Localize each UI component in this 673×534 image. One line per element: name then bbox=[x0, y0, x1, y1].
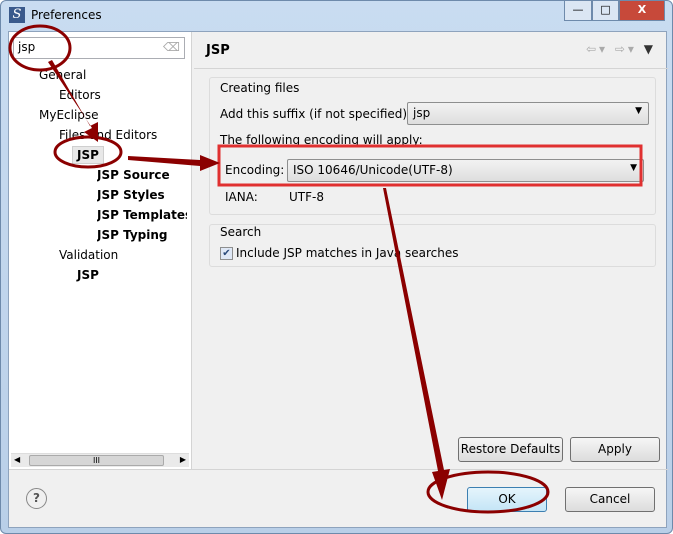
scroll-thumb[interactable]: III bbox=[29, 455, 164, 466]
forward-icon[interactable]: ⇨▾ bbox=[615, 42, 637, 56]
preference-page: JSP ⇦▾ ⇨▾ ▼ Creating files Add this suff… bbox=[194, 32, 668, 469]
window-title: Preferences bbox=[31, 8, 102, 22]
page-title: JSP bbox=[206, 43, 230, 58]
suffix-select[interactable]: jsp ▼ bbox=[407, 102, 649, 125]
tree-item[interactable]: JSP Styles bbox=[97, 188, 187, 202]
dialog-body: jsp ⌫ General Editors MyEclipse Files and Ed… bbox=[8, 31, 668, 528]
iana-label: IANA: bbox=[225, 190, 258, 204]
search-group: Search ✔ Include JSP matches in Java sea… bbox=[209, 224, 656, 267]
horizontal-scrollbar[interactable]: ◀ III ▶ bbox=[11, 453, 189, 467]
filter-value: jsp bbox=[18, 40, 36, 54]
group-legend: Search bbox=[220, 225, 262, 239]
apply-button[interactable]: Apply bbox=[570, 437, 660, 462]
clear-filter-icon[interactable]: ⌫ bbox=[163, 40, 180, 54]
help-icon[interactable]: ? bbox=[26, 488, 47, 509]
scroll-right-icon[interactable]: ▶ bbox=[180, 455, 186, 464]
scroll-left-icon[interactable]: ◀ bbox=[14, 455, 20, 464]
tree-item[interactable]: Files and Editors bbox=[59, 128, 157, 142]
group-legend: Creating files bbox=[220, 81, 300, 95]
encoding-label: Encoding: bbox=[225, 163, 285, 177]
minimize-button[interactable]: — bbox=[564, 1, 592, 21]
restore-defaults-button[interactable]: Restore Defaults bbox=[458, 437, 563, 462]
tree-item[interactable]: JSP bbox=[72, 146, 104, 164]
creating-files-group: Creating files Add this suffix (if not s… bbox=[209, 77, 656, 215]
close-button[interactable]: X bbox=[619, 1, 665, 21]
myeclipse-icon: S bbox=[9, 7, 25, 23]
include-jsp-label: Include JSP matches in Java searches bbox=[236, 246, 459, 260]
back-icon[interactable]: ⇦▾ bbox=[586, 42, 608, 56]
ok-button[interactable]: OK bbox=[467, 487, 547, 512]
preference-tree-pane: jsp ⌫ General Editors MyEclipse Files and Ed… bbox=[9, 32, 192, 469]
suffix-value: jsp bbox=[413, 106, 431, 120]
include-jsp-checkbox[interactable]: ✔ bbox=[220, 247, 233, 260]
chevron-down-icon: ▼ bbox=[630, 163, 637, 173]
divider bbox=[194, 68, 668, 69]
preferences-window: S Preferences — □ X jsp ⌫ General Editors M… bbox=[0, 0, 673, 534]
tree-item[interactable]: MyEclipse bbox=[39, 108, 99, 122]
tree-item[interactable]: JSP bbox=[77, 268, 99, 282]
tree-item[interactable]: JSP Typing bbox=[97, 228, 187, 242]
suffix-label: Add this suffix (if not specified): bbox=[220, 107, 412, 121]
encoding-select[interactable]: ISO 10646/Unicode(UTF-8) ▼ bbox=[287, 159, 644, 182]
tree-item[interactable]: General bbox=[39, 68, 86, 82]
iana-value: UTF-8 bbox=[289, 190, 324, 204]
maximize-button[interactable]: □ bbox=[592, 1, 619, 21]
view-menu-icon[interactable]: ▼ bbox=[644, 42, 656, 56]
encoding-value: ISO 10646/Unicode(UTF-8) bbox=[293, 163, 453, 177]
tree-item[interactable]: Validation bbox=[59, 248, 118, 262]
filter-input[interactable]: jsp ⌫ bbox=[13, 37, 185, 59]
encoding-note: The following encoding will apply: bbox=[220, 133, 423, 147]
tree-item[interactable]: JSP Templates bbox=[97, 208, 187, 222]
chevron-down-icon: ▼ bbox=[635, 106, 642, 116]
divider bbox=[9, 469, 668, 470]
cancel-button[interactable]: Cancel bbox=[565, 487, 655, 512]
history-nav: ⇦▾ ⇨▾ ▼ bbox=[586, 42, 656, 56]
tree-item[interactable]: JSP Source bbox=[97, 168, 187, 182]
tree-item[interactable]: Editors bbox=[59, 88, 101, 102]
